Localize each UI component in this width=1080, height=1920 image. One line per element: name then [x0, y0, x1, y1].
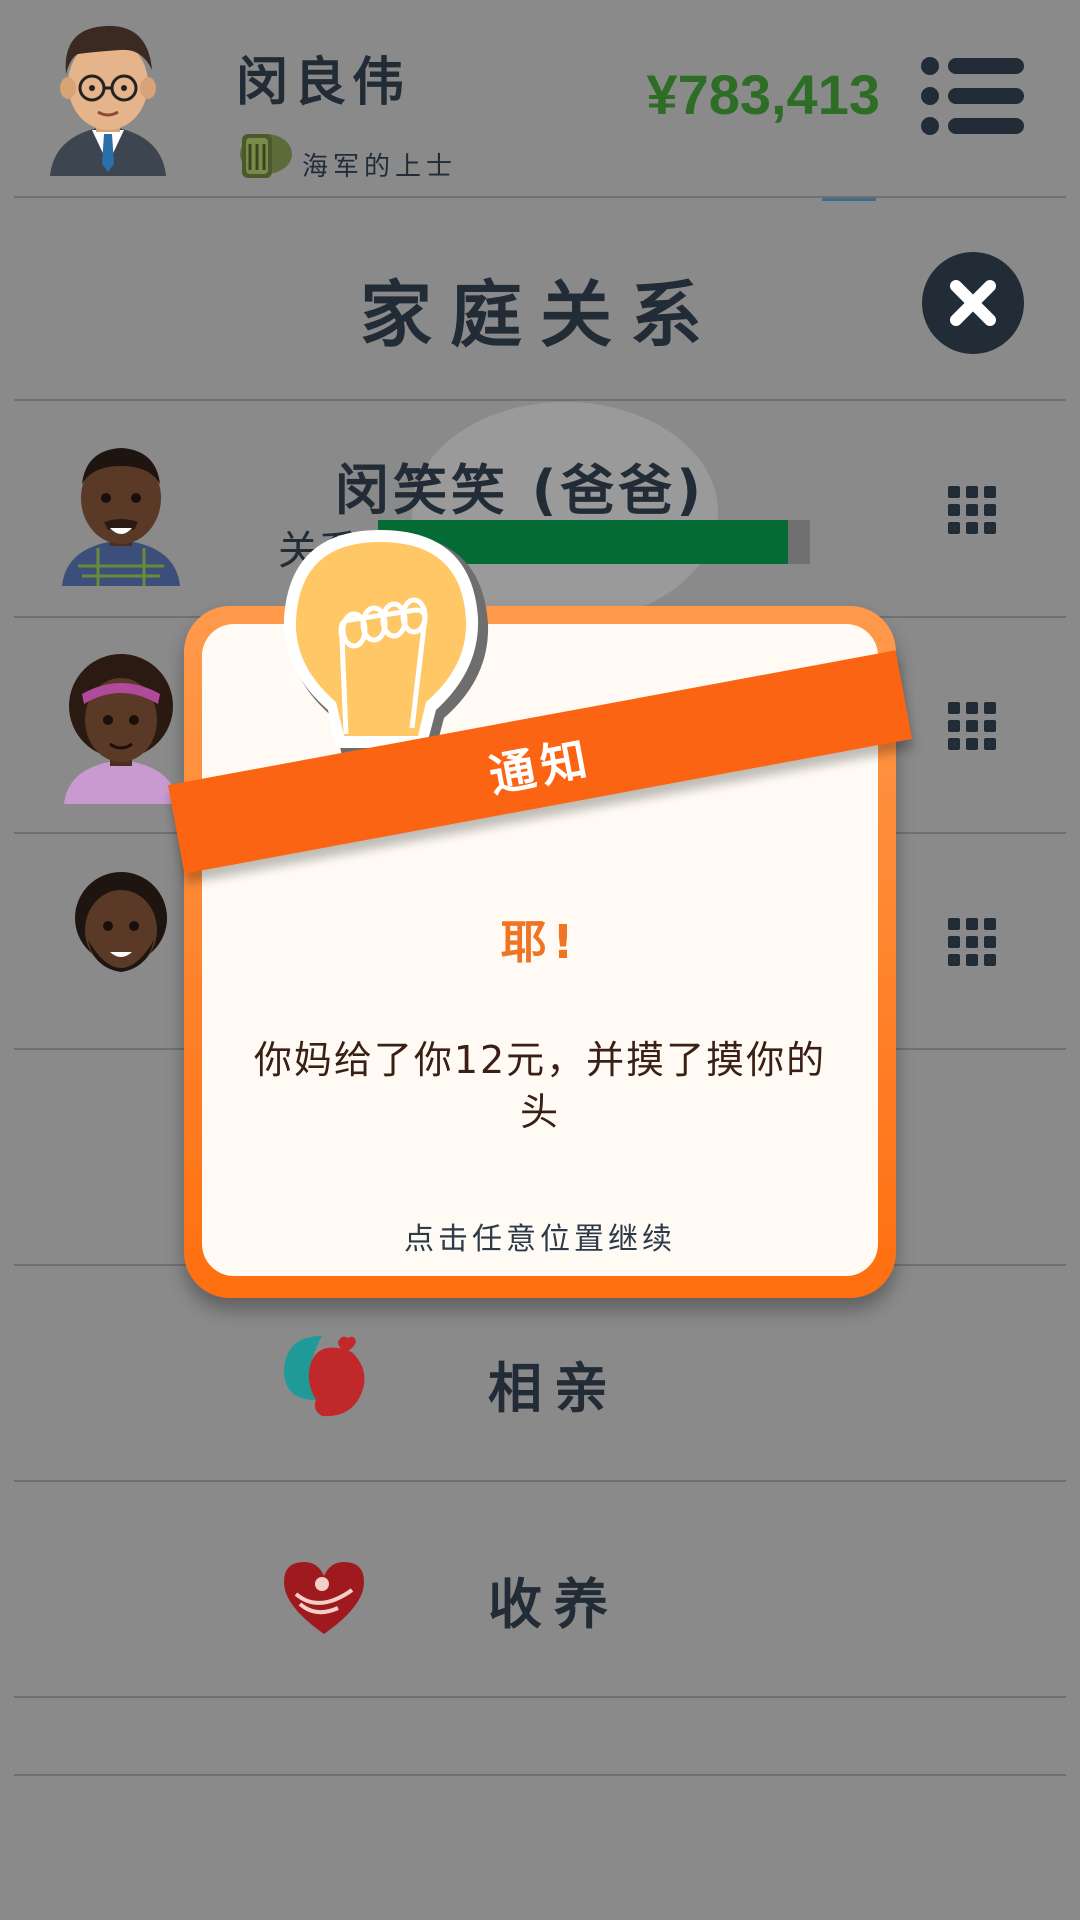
page-title: 家庭关系 — [359, 273, 720, 357]
player-rank: 海军的上士 — [302, 152, 458, 182]
divider — [14, 399, 1066, 401]
adoption-label: 收养 — [488, 1573, 620, 1636]
player-name: 闵良伟 — [236, 53, 411, 113]
close-icon — [950, 280, 996, 326]
divider — [14, 1480, 1066, 1482]
rank-insignia-icon — [240, 134, 292, 178]
adoption-heart-icon — [284, 1562, 364, 1634]
father-avatar[interactable] — [58, 436, 184, 586]
divider — [14, 1774, 1066, 1776]
dating-icon — [284, 1336, 365, 1417]
dating-label: 相亲 — [488, 1357, 620, 1420]
menu-list-icon[interactable] — [920, 56, 1024, 136]
divider — [14, 196, 1066, 198]
money-balance: ¥783,413 — [646, 63, 880, 126]
notification-heading: 耶! — [500, 915, 580, 969]
member-options-button[interactable] — [948, 702, 996, 750]
close-button[interactable] — [922, 252, 1024, 354]
divider — [14, 1696, 1066, 1698]
player-avatar[interactable] — [44, 14, 172, 176]
tap-to-continue-hint[interactable]: 点击任意位置继续 — [184, 1214, 896, 1258]
family-member-name: 闵笑笑 (爸爸) — [334, 459, 706, 522]
notification-message: 你妈给了你12元，并摸了摸你的头 — [253, 1038, 827, 1134]
mother-avatar[interactable] — [58, 654, 184, 804]
member-options-button[interactable] — [948, 918, 996, 966]
family-member-avatar[interactable] — [58, 866, 184, 1016]
member-options-button[interactable] — [948, 486, 996, 534]
family-relations-screen: 闵良伟 海军的上士 ¥783,413 家庭关系 闵笑笑 (爸爸) 相亲 收养 耶… — [0, 0, 1080, 1920]
